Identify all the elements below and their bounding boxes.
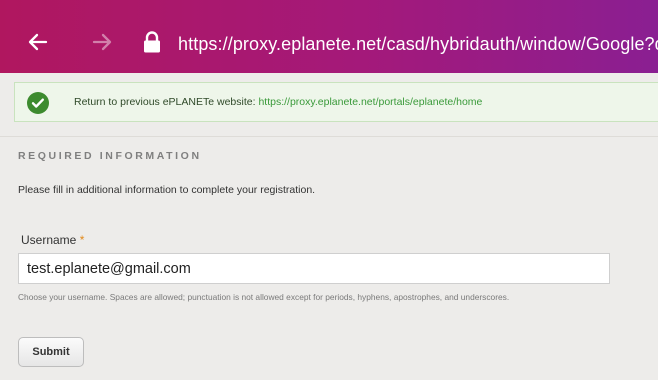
form-intro: Please fill in additional information to… bbox=[18, 184, 316, 196]
success-notice: Return to previous ePLANETe website: htt… bbox=[14, 82, 658, 122]
arrow-right-icon bbox=[92, 33, 112, 51]
submit-button[interactable]: Submit bbox=[18, 337, 84, 367]
username-input[interactable] bbox=[18, 253, 610, 284]
lock-icon bbox=[144, 31, 160, 53]
arrow-left-icon bbox=[28, 33, 48, 51]
required-marker: * bbox=[79, 233, 85, 247]
previous-site-link[interactable]: https://proxy.eplanete.net/portals/eplan… bbox=[258, 96, 482, 108]
forward-button[interactable] bbox=[82, 22, 122, 62]
notice-prefix: Return to previous ePLANETe website: bbox=[74, 96, 259, 108]
notice-message: Return to previous ePLANETe website: htt… bbox=[74, 95, 482, 109]
username-label-text: Username bbox=[21, 233, 77, 247]
check-circle-icon bbox=[27, 92, 49, 114]
username-label: Username * bbox=[21, 233, 84, 247]
username-help-text: Choose your username. Spaces are allowed… bbox=[18, 292, 510, 302]
back-button[interactable] bbox=[18, 22, 58, 62]
section-title: REQUIRED INFORMATION bbox=[18, 150, 202, 162]
browser-toolbar: https://proxy.eplanete.net/casd/hybridau… bbox=[0, 0, 658, 73]
address-bar-url[interactable]: https://proxy.eplanete.net/casd/hybridau… bbox=[178, 33, 658, 55]
section-divider bbox=[0, 136, 658, 137]
